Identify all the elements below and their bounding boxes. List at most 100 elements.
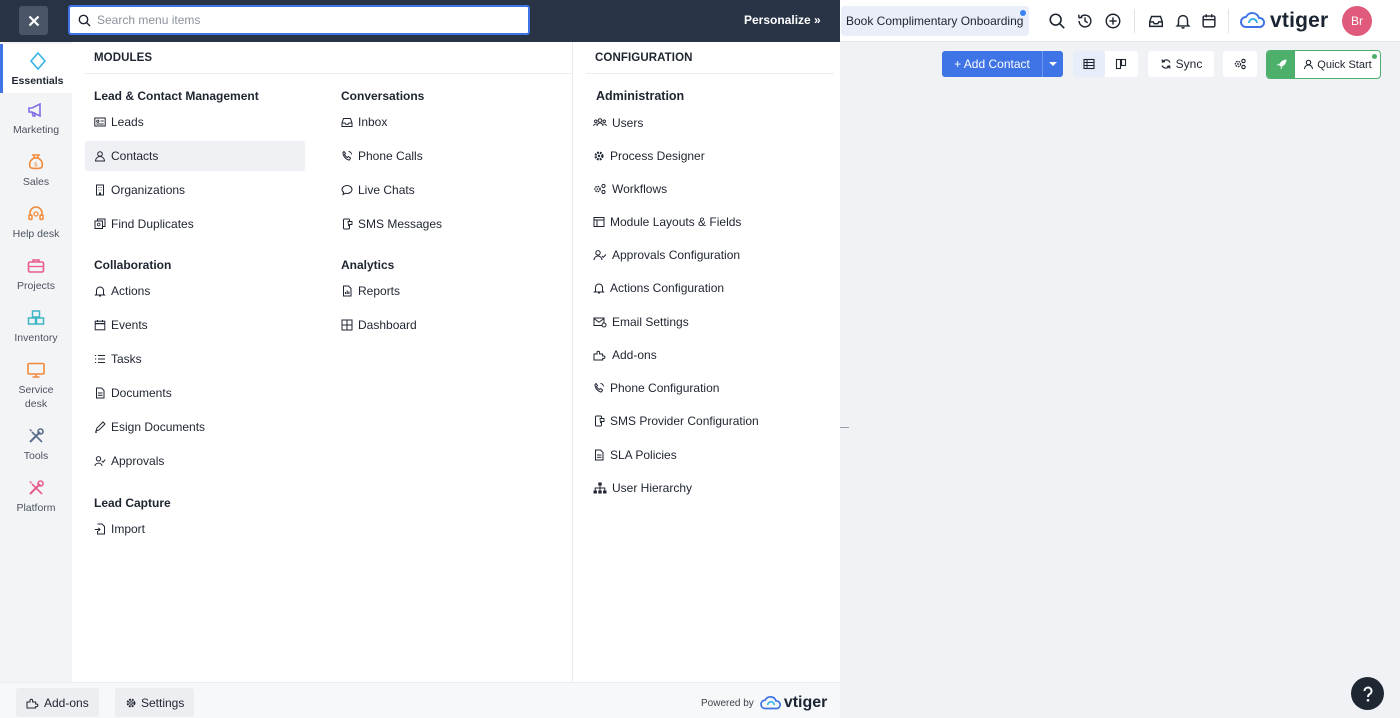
search-icon (78, 14, 91, 26)
hierarchy-icon (593, 482, 607, 494)
configuration-heading: CONFIGURATION (595, 52, 693, 64)
add-contact-dropdown[interactable] (1042, 51, 1063, 77)
rail-item-marketing[interactable]: Marketing (0, 99, 72, 137)
menu-item-phone-configuration[interactable]: Phone Configuration (584, 373, 824, 403)
menu-item-label: Dashboard (358, 318, 417, 332)
menu-item-organizations[interactable]: Organizations (85, 175, 305, 205)
menu-item-import[interactable]: Import (85, 514, 305, 544)
rail-item-help-desk[interactable]: Help desk (0, 203, 72, 241)
puzzle-icon (26, 698, 39, 708)
menu-item-find-duplicates[interactable]: Find Duplicates (85, 209, 305, 239)
header-divider (1228, 9, 1229, 33)
inbox-icon[interactable] (1145, 10, 1167, 32)
settings-gear-button[interactable] (1223, 51, 1257, 77)
menu-item-label: SMS Messages (358, 217, 443, 231)
menu-item-user-hierarchy[interactable]: User Hierarchy (584, 473, 824, 503)
rail-item-sales[interactable]: $ Sales (0, 151, 72, 189)
user-avatar[interactable]: Br (1342, 6, 1372, 36)
add-circle-icon[interactable] (1102, 10, 1124, 32)
column-divider (572, 42, 573, 682)
resize-handle[interactable] (840, 427, 849, 428)
bell-icon[interactable] (1172, 10, 1194, 32)
menu-item-inbox[interactable]: Inbox (332, 107, 552, 137)
boxes-icon (25, 307, 47, 329)
rail-item-service-desk[interactable]: Service desk (0, 359, 72, 411)
calendar-icon (94, 320, 106, 331)
settings-button[interactable]: Settings (115, 688, 195, 717)
quick-start-button[interactable]: Quick Start (1266, 50, 1381, 79)
menu-item-reports[interactable]: Reports (332, 276, 552, 306)
user-icon (94, 151, 106, 162)
report-icon (343, 285, 352, 297)
menu-item-label: Email Settings (612, 315, 689, 329)
menu-item-approvals[interactable]: Approvals (85, 446, 305, 476)
menu-item-phone-calls[interactable]: Phone Calls (332, 141, 552, 171)
rail-label: Inventory (14, 332, 58, 344)
menu-item-sla-policies[interactable]: SLA Policies (584, 440, 824, 470)
menu-item-approvals-configuration[interactable]: Approvals Configuration (584, 240, 824, 270)
menu-item-email-settings[interactable]: Email Settings (584, 307, 824, 337)
menu-item-contacts[interactable]: Contacts (85, 141, 305, 171)
menu-item-module-layouts[interactable]: Module Layouts & Fields (584, 207, 824, 237)
menu-item-label: Esign Documents (111, 420, 206, 434)
book-onboarding-button[interactable]: Book Complimentary Onboarding (841, 6, 1029, 36)
close-menu-button[interactable] (19, 6, 48, 35)
menu-item-label: Import (111, 522, 146, 536)
menu-item-leads[interactable]: Leads (85, 107, 305, 137)
menu-item-label: Users (612, 116, 644, 130)
chat-bubble-icon (341, 184, 353, 196)
menu-item-tasks[interactable]: Tasks (85, 344, 305, 374)
phone-icon (594, 382, 604, 393)
menu-item-workflows[interactable]: Workflows (584, 174, 824, 204)
section-divider (586, 73, 834, 74)
rail-item-essentials[interactable]: Essentials (0, 44, 72, 93)
phone-icon (342, 150, 352, 161)
document-icon (96, 387, 105, 399)
help-button[interactable] (1351, 677, 1384, 710)
menu-item-sms-messages[interactable]: SMS Messages (332, 209, 552, 239)
powered-by-brand: vtiger (783, 694, 828, 711)
quick-start-label: Quick Start (1317, 58, 1372, 71)
menu-item-documents[interactable]: Documents (85, 378, 305, 408)
menu-item-label: User Hierarchy (612, 481, 693, 495)
menu-item-live-chats[interactable]: Live Chats (332, 175, 552, 205)
menu-item-process-designer[interactable]: Process Designer (584, 141, 824, 171)
rail-item-projects[interactable]: Projects (0, 255, 72, 293)
menu-item-users[interactable]: Users (584, 108, 824, 138)
cloud-logo-icon (1240, 12, 1266, 28)
add-contact-button[interactable]: + Add Contact (942, 51, 1042, 77)
rail-item-platform[interactable]: Platform (0, 477, 72, 515)
menu-item-actions-configuration[interactable]: Actions Configuration (584, 273, 824, 303)
menu-item-label: Add-ons (612, 348, 657, 362)
menu-item-label: Approvals (111, 454, 165, 468)
email-settings-icon (593, 317, 607, 328)
menu-item-label: Reports (358, 284, 401, 298)
menu-item-dashboard[interactable]: Dashboard (332, 310, 552, 340)
rocket-icon (1267, 51, 1295, 78)
personalize-link[interactable]: Personalize » (744, 13, 821, 27)
menu-item-label: Process Designer (610, 149, 705, 163)
add-ons-label: Add-ons (44, 695, 89, 710)
menu-item-sms-provider-configuration[interactable]: SMS Provider Configuration (584, 406, 824, 436)
search-icon[interactable] (1046, 10, 1068, 32)
menu-item-label: Inbox (358, 115, 388, 129)
search-menu-input[interactable] (97, 13, 517, 27)
calendar-icon[interactable] (1198, 10, 1220, 32)
history-icon[interactable] (1074, 10, 1096, 32)
brand-logo[interactable]: vtiger (1240, 7, 1328, 35)
money-bag-icon: $ (25, 151, 47, 173)
rail-item-tools[interactable]: Tools (0, 425, 72, 463)
menu-item-actions[interactable]: Actions (85, 276, 305, 306)
menu-item-events[interactable]: Events (85, 310, 305, 340)
add-ons-button[interactable]: Add-ons (16, 688, 99, 717)
rail-item-inventory[interactable]: Inventory (0, 307, 72, 345)
sync-button[interactable]: Sync (1148, 51, 1214, 77)
menu-item-esign-documents[interactable]: Esign Documents (85, 412, 305, 442)
menu-item-label: Live Chats (358, 183, 415, 197)
building-icon (96, 184, 104, 196)
list-view-button[interactable] (1073, 51, 1105, 77)
menu-item-label: Leads (111, 115, 144, 129)
menu-item-add-ons[interactable]: Add-ons (584, 340, 824, 370)
kanban-view-button[interactable] (1105, 51, 1137, 77)
header-divider (1134, 9, 1135, 33)
